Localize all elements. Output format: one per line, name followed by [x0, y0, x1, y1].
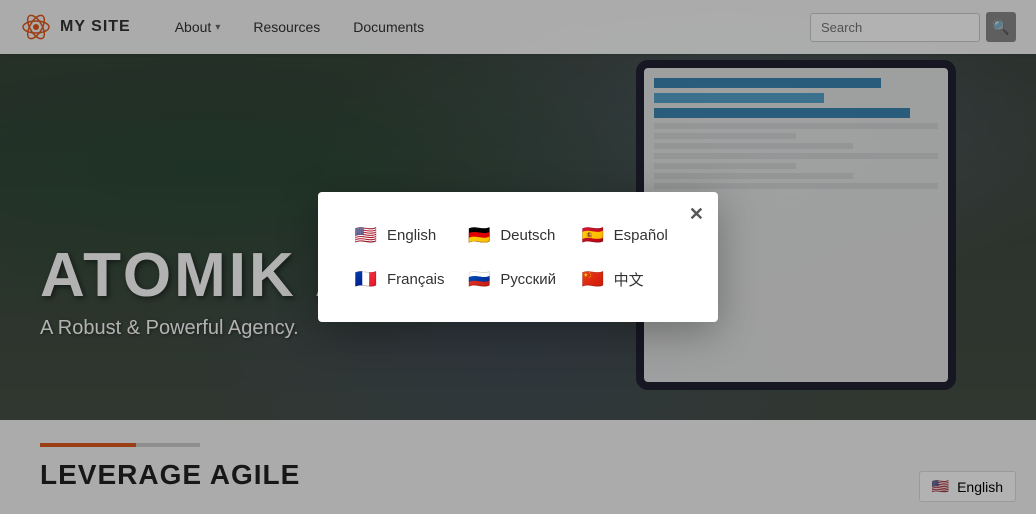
flag-deutsch: 🇩🇪: [466, 222, 492, 248]
modal-overlay[interactable]: ✕ 🇺🇸 English 🇩🇪 Deutsch 🇪🇸 Español 🇫🇷 Fr…: [0, 0, 1036, 514]
flag-chinese: 🇨🇳: [580, 266, 606, 292]
lang-item-espanol[interactable]: 🇪🇸 Español: [580, 222, 683, 248]
lang-item-francais[interactable]: 🇫🇷 Français: [353, 266, 456, 292]
flag-russian: 🇷🇺: [466, 266, 492, 292]
flag-espanol: 🇪🇸: [580, 222, 606, 248]
lang-item-deutsch[interactable]: 🇩🇪 Deutsch: [466, 222, 569, 248]
flag-francais: 🇫🇷: [353, 266, 379, 292]
language-grid: 🇺🇸 English 🇩🇪 Deutsch 🇪🇸 Español 🇫🇷 Fran…: [353, 222, 683, 292]
lang-item-english[interactable]: 🇺🇸 English: [353, 222, 456, 248]
flag-english: 🇺🇸: [353, 222, 379, 248]
lang-item-chinese[interactable]: 🇨🇳 中文: [580, 266, 683, 292]
language-modal: ✕ 🇺🇸 English 🇩🇪 Deutsch 🇪🇸 Español 🇫🇷 Fr…: [318, 192, 718, 322]
lang-item-russian[interactable]: 🇷🇺 Русский: [466, 266, 569, 292]
modal-close-button[interactable]: ✕: [689, 204, 704, 225]
